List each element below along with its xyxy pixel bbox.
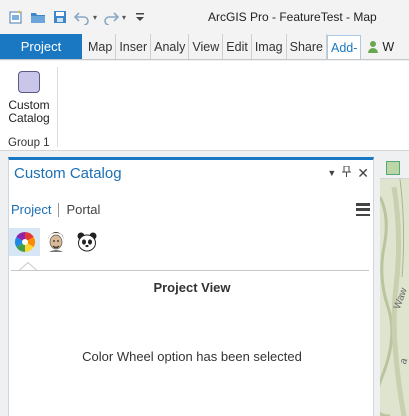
new-project-icon[interactable] <box>8 9 24 25</box>
person-icon <box>48 232 63 252</box>
tab-share[interactable]: Share <box>287 34 327 59</box>
undo-icon[interactable] <box>74 9 90 25</box>
tab-insert[interactable]: Inser <box>116 34 152 59</box>
title-bar: ▾ ▾ ArcGIS Pro - FeatureTest - Map <box>0 0 409 34</box>
redo-dropdown-icon[interactable]: ▾ <box>122 13 126 22</box>
pane-tab-strip: Project Portal <box>11 202 100 217</box>
undo-dropdown-icon[interactable]: ▾ <box>93 13 97 22</box>
status-message: Color Wheel option has been selected <box>82 349 302 364</box>
custom-catalog-pane: Custom Catalog ▼ ✕ Project Portal Projec… <box>8 157 374 416</box>
quick-access-toolbar: ▾ ▾ <box>0 0 148 34</box>
map-tab-bar <box>380 157 409 179</box>
pane-title: Custom Catalog <box>14 165 122 182</box>
open-project-icon[interactable] <box>30 9 46 25</box>
window-title: ArcGIS Pro - FeatureTest - Map <box>208 10 377 24</box>
save-project-icon[interactable] <box>52 9 68 25</box>
user-icon <box>368 40 379 53</box>
map-tab-icon[interactable] <box>386 161 400 175</box>
custom-catalog-label: Custom Catalog <box>8 98 50 125</box>
view-option-icons <box>9 228 102 256</box>
map-terrain <box>380 157 409 416</box>
menu-icon[interactable] <box>356 203 370 216</box>
group-label: Group 1 <box>8 137 50 149</box>
ribbon-tab-bar: Project Map Inser Analy View Edit Imag S… <box>0 34 409 60</box>
tab-imagery[interactable]: Imag <box>252 34 287 59</box>
color-wheel-icon <box>14 232 35 252</box>
tab-separator <box>58 202 60 217</box>
tab-analysis[interactable]: Analy <box>151 34 190 59</box>
pane-controls: ▼ ✕ <box>327 165 369 180</box>
pane-header: Custom Catalog ▼ ✕ <box>9 160 373 187</box>
custom-catalog-icon <box>18 71 40 93</box>
panda-option[interactable] <box>71 228 102 256</box>
color-wheel-option[interactable] <box>9 228 40 256</box>
close-icon[interactable]: ✕ <box>357 166 369 180</box>
tab-edit[interactable]: Edit <box>223 34 252 59</box>
group-separator <box>57 67 58 147</box>
map-view[interactable]: Waw a <box>380 157 409 416</box>
tab-project-view[interactable]: Project <box>11 202 51 217</box>
person-option[interactable] <box>40 228 71 256</box>
redo-icon[interactable] <box>103 9 120 25</box>
pin-icon[interactable] <box>342 165 352 180</box>
tab-portal[interactable]: Portal <box>66 202 100 217</box>
arcgis-window: ▾ ▾ ArcGIS Pro - FeatureTest - Map Proje… <box>0 0 409 416</box>
tab-project[interactable]: Project <box>0 34 82 59</box>
tab-view[interactable]: View <box>189 34 224 59</box>
content-divider <box>11 270 369 271</box>
user-menu[interactable]: W <box>361 34 394 59</box>
customize-qat-icon[interactable] <box>132 9 148 25</box>
view-title: Project View <box>153 280 231 295</box>
user-initial: W <box>382 39 395 54</box>
custom-catalog-button[interactable]: Custom Catalog <box>5 67 53 131</box>
tab-map[interactable]: Map <box>82 34 117 59</box>
panda-icon <box>77 232 96 252</box>
tab-add-in[interactable]: Add- <box>326 35 362 59</box>
ribbon-panel: Custom Catalog Group 1 <box>0 61 409 151</box>
pane-options-icon[interactable]: ▼ <box>327 168 336 178</box>
